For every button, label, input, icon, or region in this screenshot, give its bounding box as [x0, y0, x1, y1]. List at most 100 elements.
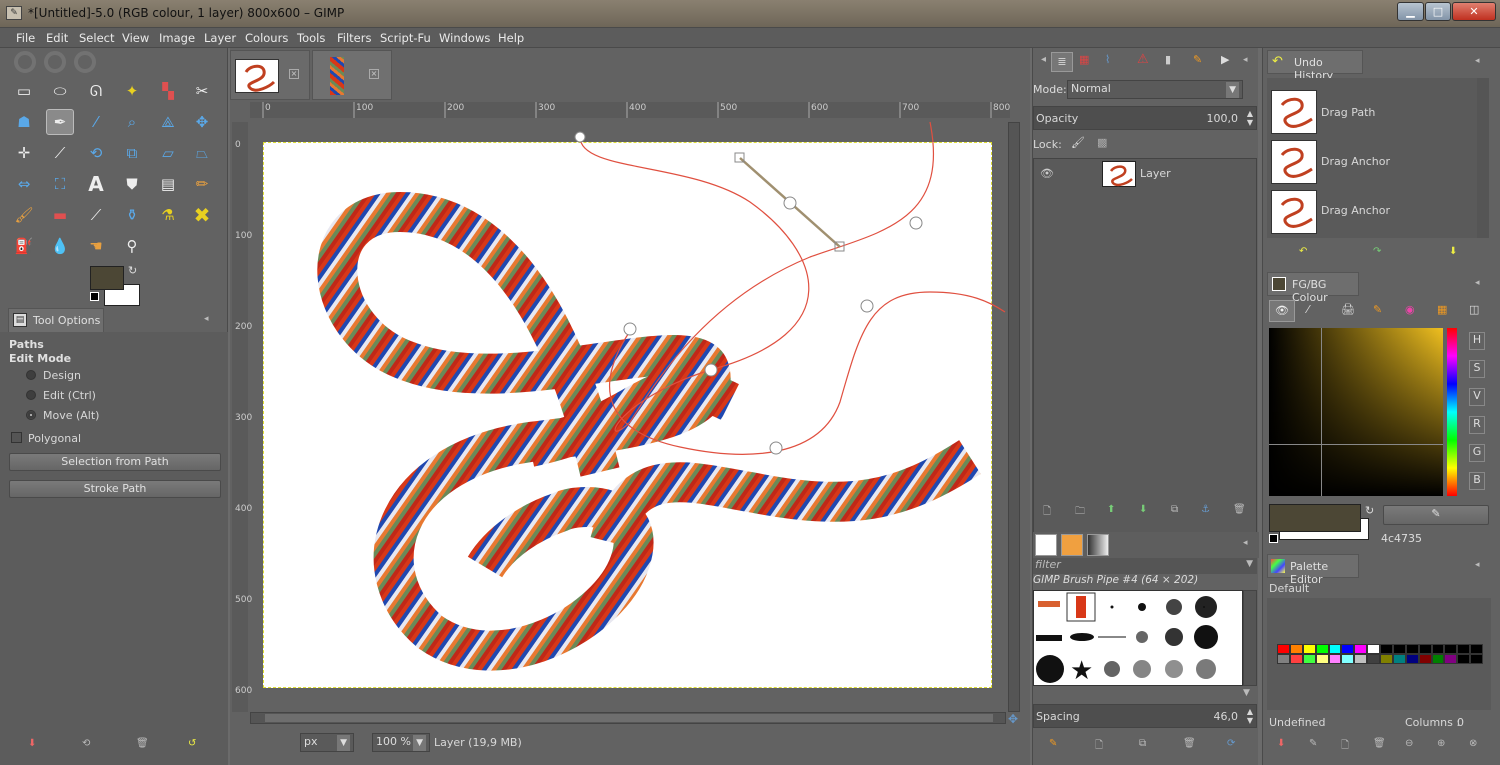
save-options-icon[interactable]: ⬇	[28, 738, 36, 749]
maximize-button[interactable]: □	[1425, 2, 1451, 21]
dodge-burn-icon[interactable]: ⚲	[118, 233, 146, 259]
zoom-in-icon[interactable]: ⊕	[1437, 738, 1445, 749]
palette-swatch[interactable]	[1341, 644, 1355, 654]
new-brush-icon[interactable]: 🗋	[1095, 738, 1103, 755]
spin-icon[interactable]: ▲ ▼	[1247, 109, 1253, 127]
mode-select[interactable]: Normal ▼	[1067, 80, 1243, 99]
menu-help[interactable]: Help	[498, 31, 524, 45]
paths-tool-icon[interactable]: ✒	[46, 109, 74, 135]
color-picker-button[interactable]: ✎	[1383, 505, 1489, 525]
ellipse-select-icon[interactable]: ⬭	[46, 78, 74, 104]
horizontal-scrollbar[interactable]	[250, 712, 1006, 724]
menu-view[interactable]: View	[122, 31, 149, 45]
scissors-select-icon[interactable]: ✂	[188, 78, 216, 104]
free-select-icon[interactable]: ᘏ	[82, 78, 110, 104]
menu-edit[interactable]: Edit	[46, 31, 68, 45]
gradient-tab-icon[interactable]: ▮	[1165, 53, 1171, 66]
align-icon[interactable]: ✛	[10, 140, 38, 166]
palette-swatch[interactable]	[1289, 644, 1303, 654]
palette-swatch[interactable]	[1354, 654, 1368, 664]
close-tab-icon[interactable]: ×	[369, 69, 379, 79]
wheel-selector-icon[interactable]: ◉	[1405, 303, 1415, 316]
image-tab-brushpipe[interactable]: ×	[312, 50, 392, 100]
channel-g[interactable]: G	[1469, 444, 1485, 462]
palette-swatch[interactable]	[1470, 644, 1483, 654]
radio-edit[interactable]	[26, 390, 36, 400]
rect-select-icon[interactable]: ▭	[10, 78, 38, 104]
color-select-icon[interactable]: ▚	[154, 78, 182, 104]
dock-menu-icon[interactable]: ◂	[1475, 560, 1480, 570]
palette-swatch[interactable]	[1444, 644, 1458, 654]
edit-brush-icon[interactable]: ✎	[1049, 738, 1057, 749]
shear-icon[interactable]: ▱	[154, 140, 182, 166]
menu-select[interactable]: Select	[79, 31, 114, 45]
palette-swatch[interactable]	[1289, 654, 1303, 664]
edit-color-icon[interactable]: ✎	[1309, 738, 1317, 749]
dock-menu-icon[interactable]: ◂	[204, 314, 209, 324]
refresh-brushes-icon[interactable]: ⟳	[1227, 738, 1235, 749]
fg-color-preview[interactable]	[1269, 504, 1361, 532]
text-tool-icon[interactable]: A	[82, 171, 110, 197]
dock-tab-menu-icon[interactable]: ◂	[1041, 54, 1046, 65]
palette-swatch[interactable]	[1328, 644, 1342, 654]
palette-swatch[interactable]	[1315, 644, 1329, 654]
dock-menu-icon[interactable]: ◂	[1475, 56, 1480, 66]
eye-icon[interactable]: 👁	[1040, 167, 1054, 180]
palette-swatch[interactable]	[1470, 654, 1483, 664]
palette-swatch[interactable]	[1315, 654, 1329, 664]
flip-icon[interactable]: ⇔	[10, 171, 38, 197]
stroke-path-button[interactable]: Stroke Path	[9, 480, 221, 498]
layer-row[interactable]: 👁 Layer	[1034, 159, 1256, 189]
cage-transform-icon[interactable]: ⛶	[46, 171, 74, 197]
channel-b[interactable]: B	[1469, 472, 1485, 490]
palette-swatch[interactable]	[1457, 644, 1471, 654]
zoom-select[interactable]: 100 % ▼	[372, 733, 430, 752]
bucket-fill-icon[interactable]: ⛊	[118, 171, 146, 197]
clear-history-icon[interactable]: ⬇	[1449, 246, 1457, 257]
scale-icon[interactable]: ⧉	[118, 140, 146, 166]
palette-swatch[interactable]	[1392, 654, 1406, 664]
unit-select[interactable]: px ▼	[300, 733, 354, 752]
menu-colours[interactable]: Colours	[245, 31, 288, 45]
channel-v[interactable]: V	[1469, 388, 1485, 406]
cmyk-selector-icon[interactable]: 🖨	[1341, 303, 1355, 316]
palette-swatch[interactable]	[1277, 644, 1290, 654]
duplicate-brush-icon[interactable]: ⧉	[1139, 738, 1146, 749]
palette-swatch[interactable]	[1405, 644, 1419, 654]
layer-name[interactable]: Layer	[1140, 167, 1171, 180]
image-tab-active[interactable]: ×	[230, 50, 310, 100]
brushes-tab-icon[interactable]	[1035, 534, 1057, 556]
color-area[interactable]	[1269, 328, 1443, 496]
channel-s[interactable]: S	[1469, 360, 1485, 378]
error-console-icon[interactable]: ⚠	[1137, 52, 1149, 67]
airbrush-icon[interactable]: ⟋	[82, 202, 110, 228]
palette-swatch[interactable]	[1302, 644, 1316, 654]
foreground-select-icon[interactable]: ☗	[10, 109, 38, 135]
undo-scrollbar[interactable]	[1477, 78, 1489, 238]
blend-icon[interactable]: ▤	[154, 171, 182, 197]
scales-selector-icon[interactable]: ⁄	[1307, 303, 1309, 316]
palette-swatch[interactable]	[1392, 644, 1406, 654]
save-palette-icon[interactable]: ⬇	[1277, 738, 1285, 749]
tab-undo-history[interactable]: ↶ Undo History	[1267, 50, 1363, 82]
palette-swatch[interactable]	[1457, 654, 1471, 664]
raise-layer-icon[interactable]: ⬆	[1107, 504, 1115, 515]
palette-swatch[interactable]	[1341, 654, 1355, 664]
watercolor-selector-icon[interactable]: ✎	[1373, 303, 1382, 316]
undo-item-1[interactable]: Drag Anchor	[1321, 155, 1390, 168]
palette-swatches[interactable]	[1277, 644, 1483, 664]
lock-alpha-icon[interactable]: ▩	[1097, 136, 1107, 149]
hex-value[interactable]: 4c4735	[1381, 532, 1422, 545]
menu-image[interactable]: Image	[159, 31, 195, 45]
new-layer-icon[interactable]: 🗋	[1043, 504, 1051, 521]
clone-icon[interactable]: ⚗	[154, 202, 182, 228]
restore-options-icon[interactable]: ⟲	[82, 738, 90, 749]
heal-icon[interactable]: ✖	[188, 202, 216, 228]
minimize-button[interactable]: ▁	[1397, 2, 1424, 21]
brush-filter-input[interactable]: filter ▼	[1033, 558, 1257, 574]
close-button[interactable]: ✕	[1452, 2, 1496, 21]
new-color-icon[interactable]: 🗋	[1341, 738, 1349, 755]
menu-filters[interactable]: Filters	[337, 31, 371, 45]
patterns-tab-icon[interactable]	[1061, 534, 1083, 556]
delete-brush-icon[interactable]: 🗑	[1183, 738, 1196, 749]
